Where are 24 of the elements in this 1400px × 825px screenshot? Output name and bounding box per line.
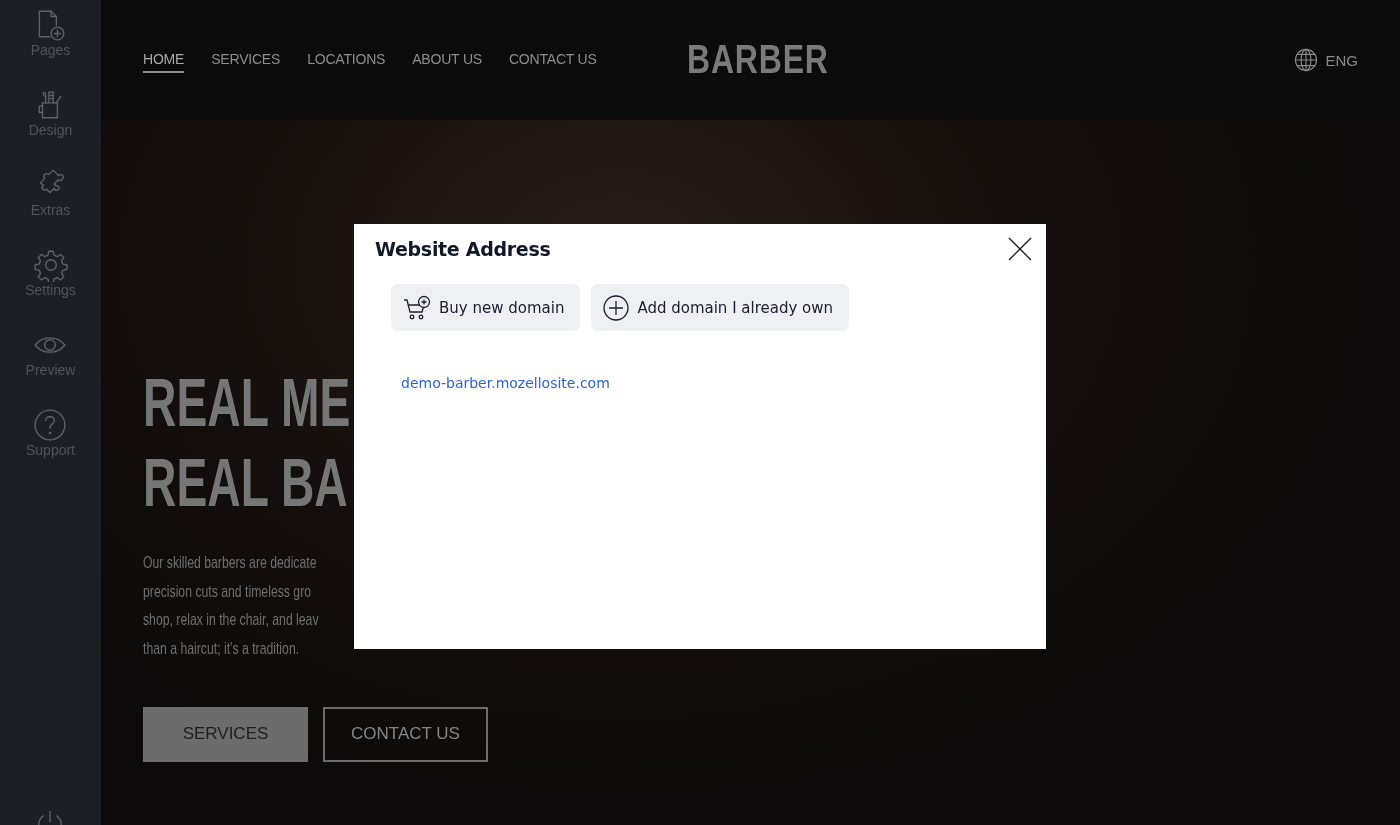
- question-circle-icon: [33, 408, 68, 442]
- nav-link[interactable]: SERVICES: [211, 47, 281, 73]
- dialog-title: Website Address: [375, 238, 551, 260]
- hero-text-line: shop, relax in the chair, and leav: [143, 609, 319, 632]
- contact-button[interactable]: CONTACT US: [323, 706, 488, 762]
- buy-domain-button[interactable]: Buy new domain: [391, 284, 581, 331]
- hero-text-line: precision cuts and timeless gro: [143, 580, 312, 603]
- nav-link[interactable]: LOCATIONS: [307, 47, 386, 73]
- address-link[interactable]: demo-barber.mozellosite.com: [401, 375, 610, 391]
- add-domain-button[interactable]: Add domain I already own: [591, 284, 850, 331]
- hero-text-line: Our skilled barbers are dedicate: [143, 552, 317, 574]
- hero-heading: REAL ME: [143, 363, 351, 442]
- plus-circle-icon: [603, 294, 630, 321]
- site-logo: BARBER: [687, 37, 829, 82]
- services-button[interactable]: SERVICES: [143, 706, 308, 762]
- gear-icon: [33, 248, 68, 282]
- hero-heading: REAL BA: [143, 443, 348, 522]
- nav-link[interactable]: ABOUT US: [412, 47, 482, 73]
- hero-text-line: than a haircut; it's a tradition.: [143, 638, 300, 661]
- nav-link[interactable]: HOME: [143, 47, 185, 73]
- cart-plus-icon: [403, 294, 431, 321]
- nav-link[interactable]: CONTACT US: [508, 47, 597, 73]
- globe-icon[interactable]: [1293, 47, 1320, 73]
- language-label[interactable]: ENG: [1325, 51, 1358, 69]
